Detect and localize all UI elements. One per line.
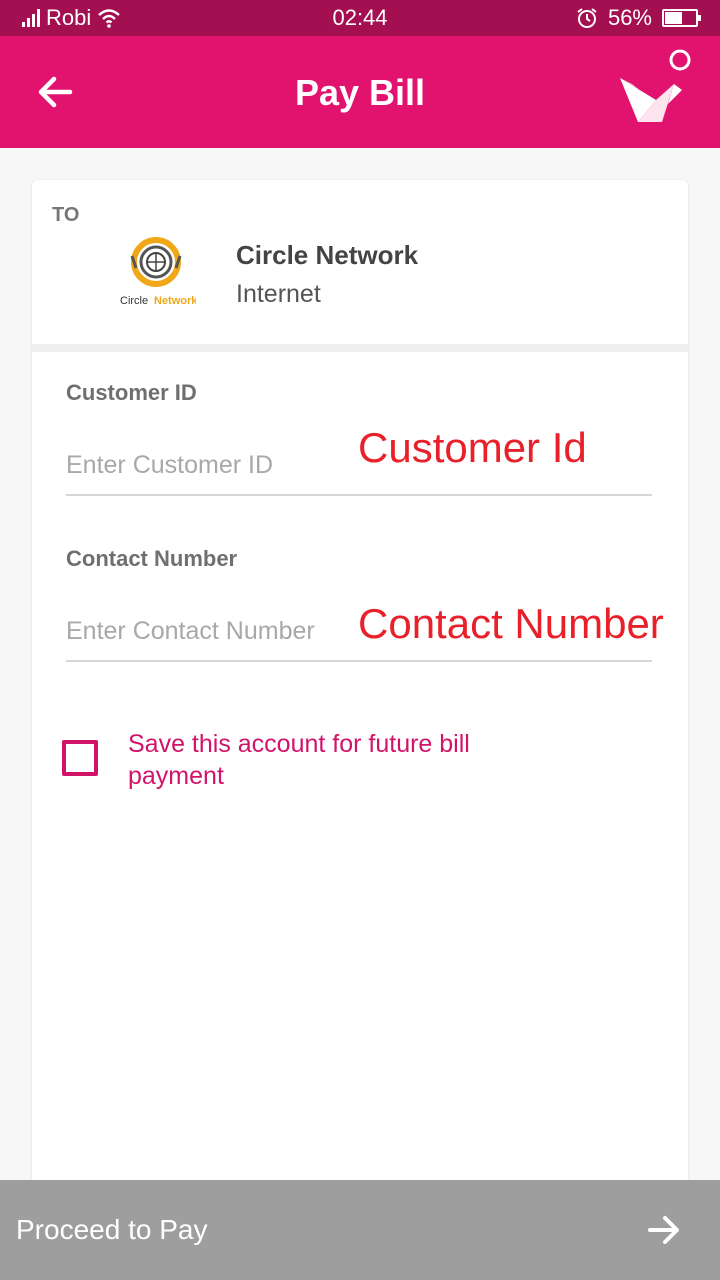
proceed-label: Proceed to Pay bbox=[16, 1214, 208, 1245]
section-divider bbox=[32, 344, 688, 352]
contact-number-label: Contact Number bbox=[66, 546, 238, 571]
logo-text-network: Network bbox=[154, 295, 196, 307]
recipient-section: TO Circle Network Circle Network Interne… bbox=[32, 180, 688, 344]
origami-bird-icon bbox=[620, 49, 691, 122]
save-account-row[interactable]: Save this account for future bill paymen… bbox=[62, 728, 548, 792]
save-account-label: Save this account for future bill paymen… bbox=[128, 730, 470, 790]
app-bar: Pay Bill bbox=[0, 36, 720, 148]
to-label: TO bbox=[52, 204, 80, 226]
logo-text-circle: Circle bbox=[120, 295, 148, 307]
merchant-name: Circle Network bbox=[236, 240, 419, 270]
status-bar: Robi 02:44 56% bbox=[0, 0, 720, 36]
bkash-logo-button[interactable] bbox=[612, 48, 696, 132]
proceed-to-pay-button[interactable]: Proceed to Pay bbox=[0, 1180, 720, 1280]
circle-network-logo: Circle Network bbox=[120, 237, 196, 307]
customer-id-input[interactable] bbox=[66, 436, 652, 496]
arrow-right-icon bbox=[648, 1216, 679, 1244]
contact-number-input[interactable] bbox=[66, 602, 652, 662]
alarm-icon bbox=[577, 8, 597, 28]
status-right: 56% bbox=[576, 5, 701, 31]
save-account-checkbox[interactable] bbox=[62, 740, 98, 776]
customer-id-label: Customer ID bbox=[66, 380, 197, 405]
battery-fill bbox=[665, 12, 682, 24]
battery-icon bbox=[662, 9, 701, 27]
bill-card: TO Circle Network Circle Network Interne… bbox=[32, 180, 688, 1190]
merchant-category: Internet bbox=[236, 280, 321, 308]
battery-percent: 56% bbox=[607, 5, 652, 30]
